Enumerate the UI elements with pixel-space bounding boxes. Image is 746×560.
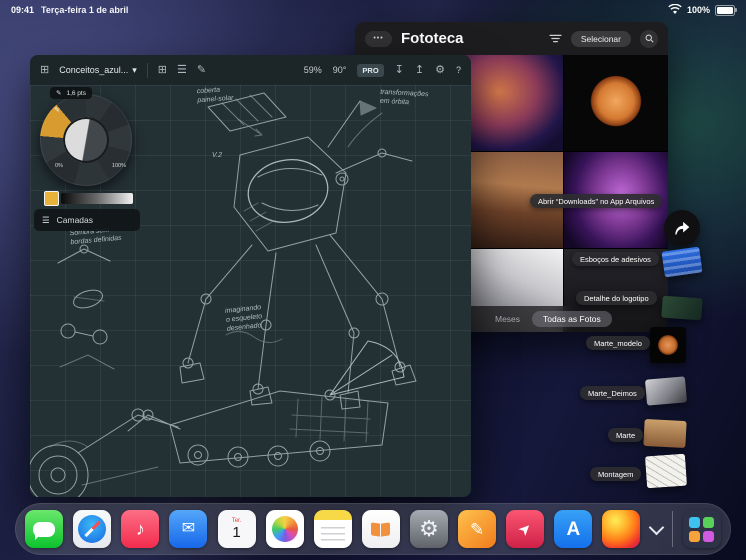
date: Terça-feira 1 de abril [41, 5, 129, 15]
rocket-icon: ➤ [514, 518, 536, 540]
pen-tool-icon: ✎ [54, 107, 60, 114]
handwritten-note: imaginando o esqueleto desenhado [224, 304, 263, 334]
photos-title: Fototeca [401, 30, 464, 47]
concepts-window: ⊞ Conceitos_azul... ▾ ⊞ ☰ ✎ 59% 90° PRO … [30, 55, 471, 497]
drag-item-thumbnail-stickers[interactable] [661, 246, 703, 278]
dock-safari[interactable] [73, 510, 112, 548]
window-more-button[interactable]: ••• [365, 30, 392, 47]
drawing-canvas[interactable]: coberta painel-solar transformações em ó… [30, 85, 471, 497]
status-bar: 09:41 Terça-feira 1 de abril 100% [0, 0, 746, 20]
concepts-toolbar: ⊞ Conceitos_azul... ▾ ⊞ ☰ ✎ 59% 90° PRO … [30, 55, 471, 85]
filter-icon[interactable] [549, 30, 562, 48]
search-button[interactable] [640, 29, 658, 48]
mail-envelope-icon: ✉ [181, 520, 196, 537]
photos-titlebar: ••• Fototeca Selecionar [355, 22, 668, 55]
drag-item-label: Montagem [590, 467, 642, 481]
gallery-grid-icon[interactable]: ⊞ [40, 64, 49, 76]
toolbar-divider [146, 62, 148, 78]
photo-thumbnail[interactable] [564, 55, 668, 151]
screen: 09:41 Terça-feira 1 de abril 100% ••• Fo… [0, 0, 746, 560]
handwritten-note: V.2 [212, 152, 222, 159]
search-icon [645, 34, 654, 43]
dock-notes[interactable] [313, 510, 352, 548]
layers-panel-button[interactable]: ☰ Camadas [34, 209, 140, 231]
brush-icon[interactable]: ✎ [197, 64, 206, 76]
drag-item-label: Marte [608, 428, 644, 442]
zoom-level[interactable]: 59% [304, 65, 322, 75]
tab-months[interactable]: Meses [495, 314, 520, 324]
dock-photos[interactable] [265, 510, 304, 548]
menu-icon: ☰ [42, 214, 50, 225]
dock: ♪ ✉ Ter. 1 ⚙ ✎ ➤ A [15, 503, 731, 555]
drag-item-thumbnail-deimos[interactable] [644, 376, 688, 406]
messages-bubble-icon [33, 521, 56, 540]
snap-grid-icon[interactable]: ⊞ [158, 64, 167, 76]
calendar-day: 1 [232, 524, 241, 541]
dock-music[interactable]: ♪ [121, 510, 160, 548]
drag-item-thumbnail-mars[interactable] [643, 418, 687, 449]
dock-messages[interactable] [25, 510, 64, 548]
dock-drawing-app[interactable]: ✎ [458, 510, 497, 548]
battery-icon [715, 4, 737, 16]
photo-thumbnail[interactable] [459, 55, 564, 151]
dock-calendar[interactable]: Ter. 1 [217, 510, 256, 548]
drag-item-label: Esboços de adesivos [572, 252, 659, 266]
help-button[interactable]: ? [456, 65, 461, 75]
pencil-icon: ✎ [469, 519, 485, 539]
rotation-value[interactable]: 90° [333, 65, 347, 75]
dock-mail[interactable]: ✉ [169, 510, 208, 548]
export-icon[interactable]: ↥ [415, 64, 424, 76]
caret-down-icon: ▾ [132, 64, 137, 75]
import-icon[interactable]: ↧ [395, 64, 404, 76]
wifi-icon [668, 3, 682, 17]
share-button[interactable] [664, 210, 700, 246]
brush-size-hud[interactable]: ✎ 1,6 pts [50, 87, 92, 99]
dock-app-store[interactable]: A [554, 510, 593, 548]
grayscale-ramp[interactable] [61, 193, 133, 204]
drag-item-label: Detalhe do logotipo [576, 291, 657, 305]
drag-item-label: Marte_modelo [586, 336, 650, 350]
dock-settings[interactable]: ⚙ [409, 510, 448, 548]
settings-gear-icon[interactable]: ⚙ [435, 64, 445, 76]
drag-item-thumbnail-mars-model[interactable] [650, 327, 686, 363]
app-store-icon: A [566, 518, 581, 540]
dock-firefox[interactable] [602, 510, 641, 548]
menu-icon[interactable]: ☰ [177, 64, 187, 76]
drag-item-thumbnail-montage[interactable] [644, 453, 688, 489]
handwritten-note: transformações em órbita [379, 88, 429, 107]
settings-gear-icon: ⚙ [419, 516, 439, 541]
notes-icon [320, 527, 345, 541]
document-title-button[interactable]: Conceitos_azul... ▾ [59, 65, 137, 76]
dock-app-library[interactable] [682, 510, 721, 548]
pencil-icon: ✎ [56, 90, 62, 97]
select-button[interactable]: Selecionar [570, 30, 631, 47]
opacity-min: 0% [55, 163, 63, 169]
dock-divider [671, 511, 673, 547]
app-library-icon [689, 516, 715, 542]
active-color-swatch[interactable] [44, 191, 59, 206]
safari-compass-icon [78, 515, 107, 543]
drag-hint-label: Abrir “Downloads” no App Arquivos [530, 194, 663, 208]
opacity-max: 100% [111, 163, 126, 169]
share-arrow-icon [675, 221, 690, 235]
tool-wheel-center[interactable] [63, 117, 109, 163]
books-icon [371, 521, 381, 537]
clock: 09:41 [11, 5, 35, 15]
battery-percent: 100% [686, 5, 710, 15]
dock-rocket-app[interactable]: ➤ [506, 510, 545, 548]
tool-wheel[interactable]: ✎ 0% 100% [40, 94, 132, 186]
drag-item-label: Marte_Deimos [580, 386, 645, 400]
drag-item-thumbnail-logo[interactable] [661, 295, 703, 321]
handwritten-note: coberta painel-solar [196, 86, 234, 105]
color-bar[interactable] [44, 191, 133, 206]
chevron-down-icon[interactable] [648, 519, 664, 535]
music-note-icon: ♪ [135, 519, 145, 539]
photos-pinwheel-icon [271, 516, 298, 542]
pro-badge[interactable]: PRO [357, 63, 384, 77]
tab-all-photos[interactable]: Todas as Fotos [532, 311, 612, 327]
dock-books[interactable] [361, 510, 400, 548]
